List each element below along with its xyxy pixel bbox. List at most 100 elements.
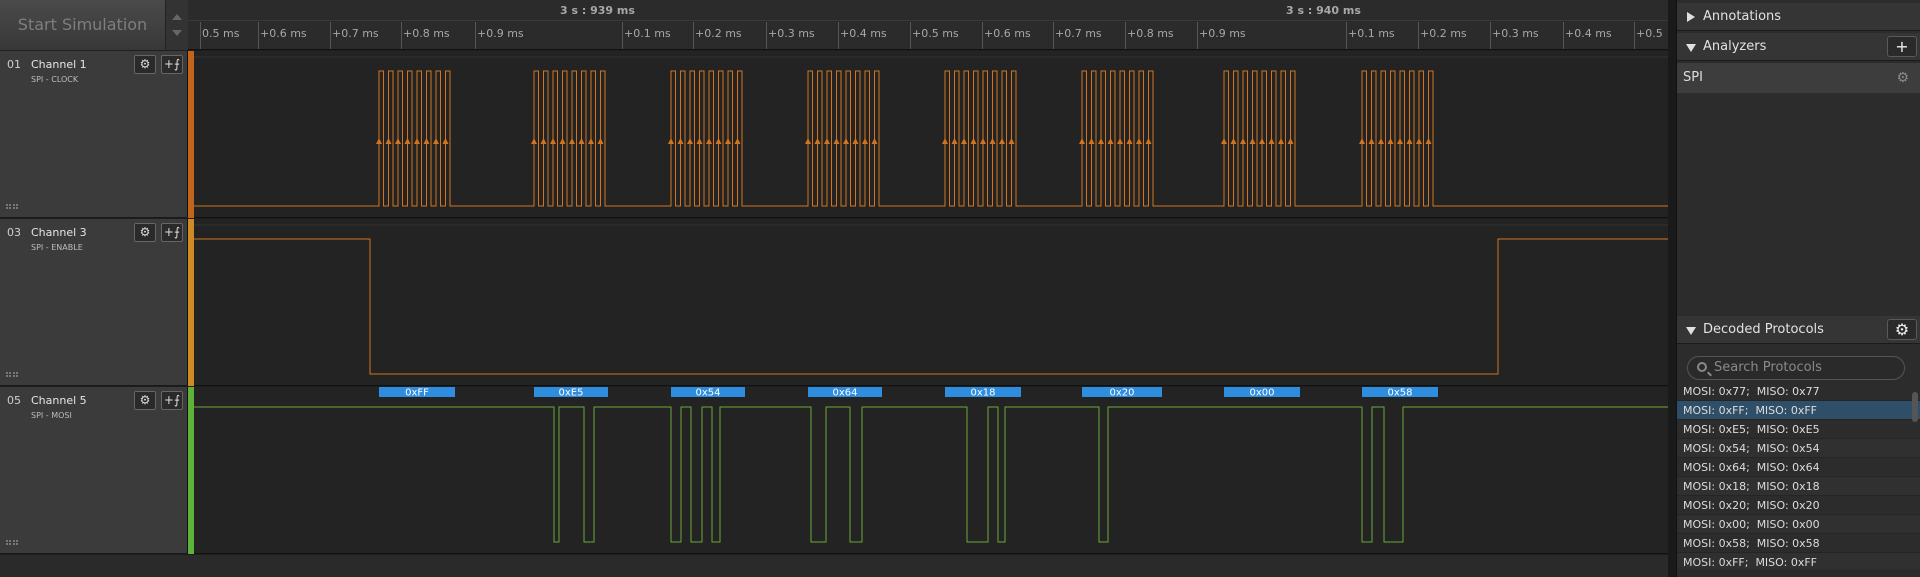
protocol-list-item[interactable]: MOSI: 0x54; MISO: 0x54: [1677, 439, 1920, 458]
ruler-major-label: 3 s : 940 ms: [1286, 4, 1361, 17]
decoded-settings-gear-icon[interactable]: ⚙: [1887, 319, 1917, 340]
ruler-minor-label: +0.6 ms: [984, 27, 1031, 40]
ruler-tick: [693, 22, 694, 49]
protocol-list-item[interactable]: MOSI: 0x77; MISO: 0x77: [1677, 382, 1920, 401]
ruler-tick: [330, 22, 331, 49]
annotations-title: Annotations: [1703, 9, 1782, 24]
simulation-spinner[interactable]: [166, 0, 188, 50]
ruler-tick: [1563, 22, 1564, 49]
channel-number: 05: [7, 394, 21, 407]
analyzers-title: Analyzers: [1703, 39, 1767, 54]
analyzer-name: SPI: [1683, 70, 1703, 85]
panel-splitter[interactable]: [1668, 0, 1676, 577]
start-simulation-button[interactable]: Start Simulation: [0, 0, 166, 50]
ruler-minor-label: +0.3 ms: [768, 27, 815, 40]
ruler-minor-label: +0.2 ms: [1420, 27, 1467, 40]
channel-trigger-button[interactable]: +⨍: [161, 55, 183, 74]
ruler-tick: [200, 22, 201, 49]
bottom-scroll-area[interactable]: [0, 555, 1668, 577]
drag-handle-icon[interactable]: [6, 540, 18, 545]
decoded-protocol-list[interactable]: MOSI: 0x77; MISO: 0x77 MOSI: 0xFF; MISO: …: [1677, 382, 1920, 569]
channel-5-waveform[interactable]: 0xFF 0xE5 0x54 0x64 0x18 0x20 0x00 0x58: [194, 387, 1668, 554]
ruler-minor-label: +0.9 ms: [1199, 27, 1246, 40]
analyzer-item-spi[interactable]: SPI ⚙: [1677, 63, 1920, 93]
collapse-arrow-icon[interactable]: [1686, 44, 1696, 52]
logic-analyzer-app: Start Simulation 3 s : 939 ms 3 s : 940 m…: [0, 0, 1920, 577]
decoded-protocols-header[interactable]: Decoded Protocols ⚙: [1677, 316, 1920, 344]
ruler-minor-label: +0.4 ms: [840, 27, 887, 40]
add-analyzer-button[interactable]: +: [1887, 36, 1917, 57]
search-icon: [1697, 362, 1707, 372]
protocol-list-item[interactable]: MOSI: 0x58; MISO: 0x58: [1677, 534, 1920, 553]
ruler-tick: [1418, 22, 1419, 49]
drag-handle-icon[interactable]: [6, 204, 18, 209]
ruler-minor-label: +0.2 ms: [695, 27, 742, 40]
ruler-tick: [910, 22, 911, 49]
ruler-minor-label: +0.6 ms: [260, 27, 307, 40]
ruler-tick: [982, 22, 983, 49]
ruler-tick: [1053, 22, 1054, 49]
ruler-minor-label: 0.5 ms: [202, 27, 240, 40]
simulation-controls: Start Simulation: [0, 0, 188, 50]
protocol-list-item[interactable]: MOSI: 0x00; MISO: 0x00: [1677, 515, 1920, 534]
spinner-down-icon[interactable]: [172, 30, 182, 36]
ruler-minor-label: +0.7 ms: [332, 27, 379, 40]
channel-settings-gear-icon[interactable]: ⚙: [134, 55, 156, 74]
channel-trigger-button[interactable]: +⨍: [161, 223, 183, 242]
decoded-byte-label: 0x00: [1249, 388, 1274, 399]
ruler-tick: [1125, 22, 1126, 49]
channel-subtitle: SPI - MOSI: [31, 411, 72, 420]
channel-number: 03: [7, 226, 21, 239]
channel-3-waveform[interactable]: [194, 219, 1668, 386]
side-panel: Annotations Analyzers + SPI ⚙ Decoded Pr…: [1676, 0, 1920, 577]
channel-5-header[interactable]: 05 Channel 5 SPI - MOSI ⚙ +⨍: [0, 387, 188, 554]
channel-1-waveform[interactable]: [194, 51, 1668, 218]
protocol-list-item[interactable]: MOSI: 0xFF; MISO: 0xFF: [1677, 553, 1920, 569]
protocol-list-item[interactable]: MOSI: 0x20; MISO: 0x20: [1677, 496, 1920, 515]
decoded-byte-label: 0x54: [695, 388, 720, 399]
analyzer-gear-icon[interactable]: ⚙: [1896, 63, 1909, 93]
ruler-minor-label: +0.9 ms: [477, 27, 524, 40]
ruler-tick: [1197, 22, 1198, 49]
protocol-list-item[interactable]: MOSI: 0x18; MISO: 0x18: [1677, 477, 1920, 496]
channel-name: Channel 5: [31, 394, 87, 407]
channel-3-header[interactable]: 03 Channel 3 SPI - ENABLE ⚙ +⨍: [0, 219, 188, 386]
decoded-byte-label: 0xE5: [559, 388, 584, 399]
collapse-arrow-icon[interactable]: [1686, 327, 1696, 335]
annotations-header[interactable]: Annotations: [1677, 3, 1920, 31]
ruler-divider: [188, 20, 1668, 21]
analyzers-header[interactable]: Analyzers +: [1677, 33, 1920, 61]
ruler-tick: [622, 22, 623, 49]
channel-1-header[interactable]: 01 Channel 1 SPI - CLOCK ⚙ +⨍: [0, 51, 188, 218]
channel-trigger-button[interactable]: +⨍: [161, 391, 183, 410]
ruler-minor-label: +0.5 ms: [912, 27, 959, 40]
ruler-tick: [1346, 22, 1347, 49]
ruler-minor-label: +0.8 ms: [1127, 27, 1174, 40]
ruler-minor-label: +0.4 ms: [1565, 27, 1612, 40]
mosi-waveform: [194, 406, 1668, 543]
search-placeholder: Search Protocols: [1714, 360, 1822, 375]
enable-signal-trace: [194, 224, 1668, 375]
spinner-up-icon[interactable]: [172, 14, 182, 20]
ruler-minor-label: +0.7 ms: [1055, 27, 1102, 40]
expand-arrow-icon[interactable]: [1687, 12, 1695, 22]
channel-settings-gear-icon[interactable]: ⚙: [134, 391, 156, 410]
decoded-byte-label: 0x58: [1387, 388, 1412, 399]
search-protocols-input[interactable]: Search Protocols: [1687, 356, 1905, 380]
decoded-byte-label: 0x64: [832, 388, 857, 399]
protocol-list-item[interactable]: MOSI: 0x64; MISO: 0x64: [1677, 458, 1920, 477]
mosi-signal-trace: 0xFF 0xE5 0x54 0x64 0x18 0x20 0x00 0x58: [194, 387, 1668, 543]
timeline-ruler[interactable]: 3 s : 939 ms 3 s : 940 ms 0.5 ms +0.6 ms +0.…: [188, 0, 1668, 50]
drag-handle-icon[interactable]: [6, 372, 18, 377]
channel-name: Channel 1: [31, 58, 87, 71]
ruler-tick: [838, 22, 839, 49]
channel-settings-gear-icon[interactable]: ⚙: [134, 223, 156, 242]
decoded-byte-label: 0x18: [970, 388, 995, 399]
protocol-list-item[interactable]: MOSI: 0xE5; MISO: 0xE5: [1677, 420, 1920, 439]
ruler-tick: [1490, 22, 1491, 49]
ruler-tick: [475, 22, 476, 49]
protocol-list-scrollbar[interactable]: [1912, 392, 1918, 422]
ruler-tick: [1634, 22, 1635, 49]
ruler-minor-label: +0.3 ms: [1492, 27, 1539, 40]
protocol-list-item[interactable]: MOSI: 0xFF; MISO: 0xFF: [1677, 401, 1920, 420]
